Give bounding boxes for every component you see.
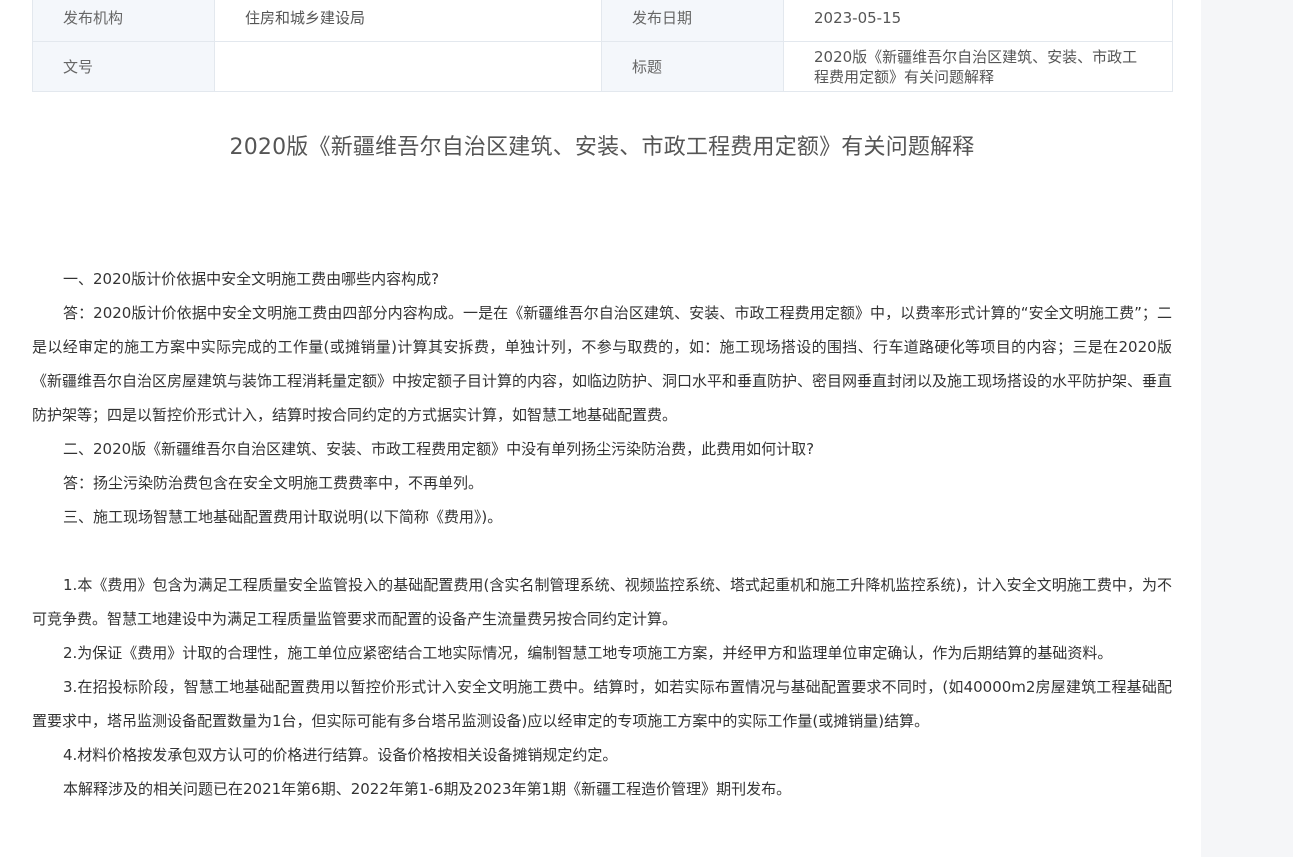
meta-row-docno-title: 文号 标题 2020版《新疆维吾尔自治区建筑、安装、市政工程费用定额》有关问题解… bbox=[32, 41, 1173, 92]
paragraph-question-1: 一、2020版计价依据中安全文明施工费由哪些内容构成? bbox=[63, 270, 440, 288]
page: 发布机构 住房和城乡建设局 发布日期 2023-05-15 文号 标题 2020… bbox=[0, 0, 1293, 857]
right-side-panel bbox=[1201, 0, 1293, 857]
paragraph-closing-note: 本解释涉及的相关问题已在2021年第6期、2022年第1-6期及2023年第1期… bbox=[63, 780, 792, 798]
paragraph-item-3: 3.在招投标阶段，智慧工地基础配置费用以暂控价形式计入安全文明施工费中。结算时，… bbox=[32, 678, 1172, 730]
paragraph-item-2: 2.为保证《费用》计取的合理性，施工单位应紧密结合工地实际情况，编制智慧工地专项… bbox=[63, 644, 1113, 662]
paragraph-question-2: 二、2020版《新疆维吾尔自治区建筑、安装、市政工程费用定额》中没有单列扬尘污染… bbox=[63, 440, 815, 458]
document-meta-table: 发布机构 住房和城乡建设局 发布日期 2023-05-15 文号 标题 2020… bbox=[32, 0, 1173, 92]
title-label: 标题 bbox=[601, 41, 784, 92]
article-body: 一、2020版计价依据中安全文明施工费由哪些内容构成? 答：2020版计价依据中… bbox=[32, 262, 1172, 806]
publish-date-value: 2023-05-15 bbox=[783, 0, 1173, 42]
doc-number-label: 文号 bbox=[32, 41, 215, 92]
publish-date-label: 发布日期 bbox=[601, 0, 784, 42]
paragraph-answer-2: 答：扬尘污染防治费包含在安全文明施工费费率中，不再单列。 bbox=[63, 474, 484, 492]
document-title: 2020版《新疆维吾尔自治区建筑、安装、市政工程费用定额》有关问题解释 bbox=[229, 135, 975, 160]
publisher-value: 住房和城乡建设局 bbox=[214, 0, 602, 42]
meta-row-publisher-date: 发布机构 住房和城乡建设局 发布日期 2023-05-15 bbox=[32, 0, 1173, 42]
paragraph-item-4: 4.材料价格按发承包双方认可的价格进行结算。设备价格按相关设备摊销规定约定。 bbox=[63, 746, 618, 764]
publisher-label: 发布机构 bbox=[32, 0, 215, 42]
title-value: 2020版《新疆维吾尔自治区建筑、安装、市政工程费用定额》有关问题解释 bbox=[783, 41, 1173, 92]
paragraph-item-1: 1.本《费用》包含为满足工程质量安全监管投入的基础配置费用(含实名制管理系统、视… bbox=[32, 576, 1172, 628]
paragraph-answer-1: 答：2020版计价依据中安全文明施工费由四部分内容构成。一是在《新疆维吾尔自治区… bbox=[32, 304, 1173, 424]
paragraph-section-3: 三、施工现场智慧工地基础配置费用计取说明(以下简称《费用》)。 bbox=[63, 508, 503, 526]
doc-number-value bbox=[214, 41, 602, 92]
